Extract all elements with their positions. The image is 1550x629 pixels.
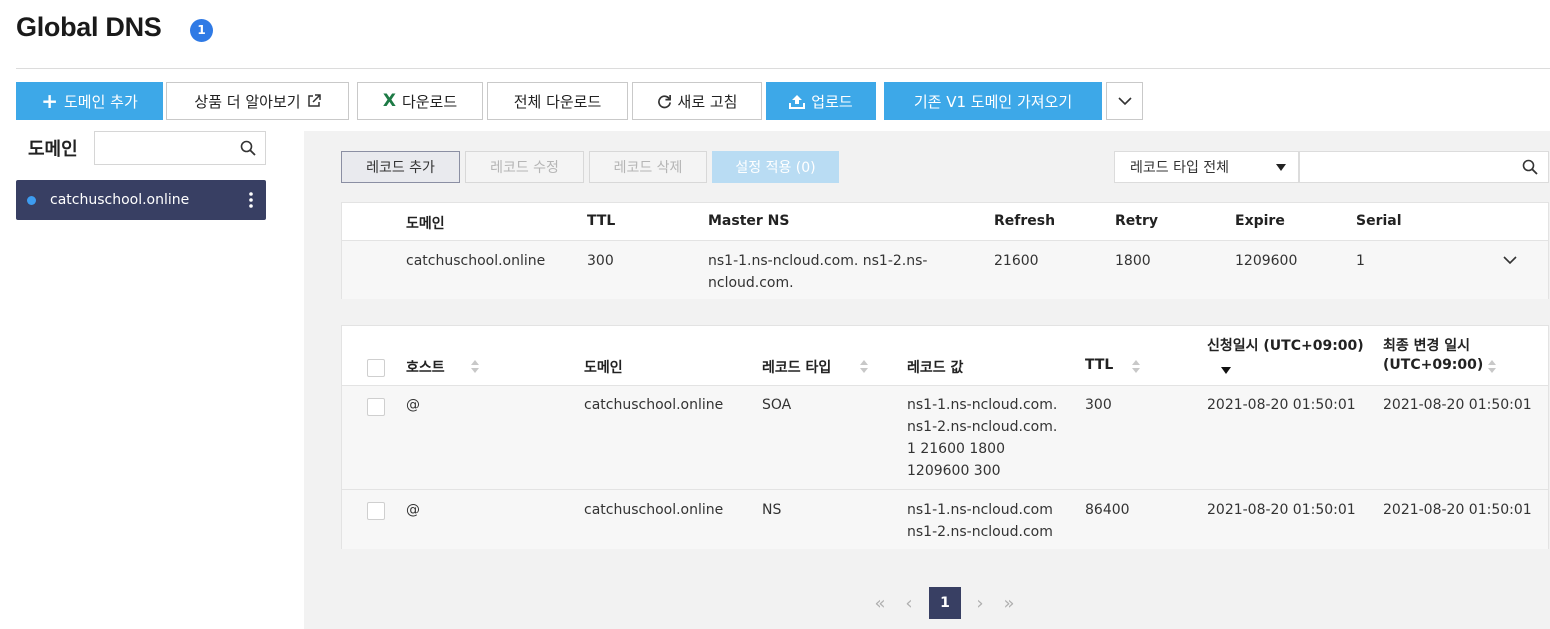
column-header-ttl: TTL bbox=[587, 213, 616, 229]
plus-icon: + bbox=[41, 89, 58, 113]
row-checkbox[interactable] bbox=[367, 502, 385, 520]
page-title: Global DNS bbox=[16, 12, 162, 42]
column-header-ttl[interactable]: TTL bbox=[1085, 357, 1113, 373]
delete-record-button[interactable]: 레코드 삭제 bbox=[589, 151, 707, 183]
page-number-current[interactable]: 1 bbox=[929, 587, 961, 619]
sort-icon[interactable] bbox=[471, 360, 479, 374]
domain-list-label: 도메인 bbox=[28, 139, 78, 160]
column-header-record-value: 레코드 값 bbox=[907, 360, 964, 376]
sidebar-item-domain[interactable]: catchuschool.online bbox=[16, 180, 266, 220]
records-table: 호스트 도메인 레코드 타입 레코드 값 TTL 신청일시 (UTC+09:00… bbox=[341, 325, 1549, 549]
column-header-modified[interactable]: 최종 변경 일시 bbox=[1383, 335, 1470, 355]
add-record-button[interactable]: 레코드 추가 bbox=[341, 151, 460, 183]
search-icon[interactable] bbox=[240, 140, 256, 156]
external-link-icon bbox=[307, 94, 321, 107]
soa-table: 도메인 TTL Master NS Refresh Retry Expire S… bbox=[341, 202, 1549, 299]
row-checkbox[interactable] bbox=[367, 398, 385, 416]
learn-more-button[interactable]: 상품 더 알아보기 bbox=[166, 82, 349, 120]
chevron-down-icon[interactable] bbox=[1503, 256, 1517, 265]
status-dot bbox=[27, 195, 36, 205]
domain-search-input[interactable] bbox=[94, 131, 266, 165]
last-page-icon[interactable]: » bbox=[999, 587, 1019, 619]
header-divider bbox=[16, 68, 1550, 69]
sort-icon[interactable] bbox=[1132, 360, 1140, 374]
column-header-created[interactable]: 신청일시 (UTC+09:00) bbox=[1207, 335, 1364, 355]
column-header-host[interactable]: 호스트 bbox=[406, 357, 445, 377]
edit-record-button[interactable]: 레코드 수정 bbox=[465, 151, 584, 183]
column-header-domain: 도메인 bbox=[584, 360, 623, 376]
next-page-icon[interactable]: › bbox=[970, 587, 990, 619]
column-header-expire: Expire bbox=[1235, 213, 1285, 229]
record-type-select[interactable]: 레코드 타입 전체 bbox=[1114, 151, 1299, 183]
prev-page-icon[interactable]: ‹ bbox=[899, 587, 919, 619]
sort-icon[interactable] bbox=[1488, 360, 1496, 374]
sort-icon[interactable] bbox=[860, 360, 868, 374]
column-header-modified-tz: (UTC+09:00) bbox=[1383, 357, 1484, 373]
record-search-input[interactable] bbox=[1299, 151, 1549, 183]
sort-desc-icon[interactable] bbox=[1221, 367, 1231, 374]
column-header-refresh: Refresh bbox=[994, 213, 1056, 229]
download-button[interactable]: X 다운로드 bbox=[357, 82, 483, 120]
column-header-retry: Retry bbox=[1115, 213, 1158, 229]
column-header-record-type[interactable]: 레코드 타입 bbox=[762, 357, 831, 377]
kebab-menu-icon[interactable] bbox=[249, 192, 253, 208]
upload-icon bbox=[789, 94, 806, 109]
select-all-checkbox[interactable] bbox=[367, 359, 385, 377]
apply-settings-button[interactable]: 설정 적용 (0) bbox=[712, 151, 839, 183]
table-row[interactable]: @ catchuschool.online NS ns1-1.ns-ncloud… bbox=[342, 489, 1548, 549]
caret-down-icon bbox=[1276, 164, 1286, 171]
upload-button[interactable]: 업로드 bbox=[766, 82, 876, 120]
refresh-icon bbox=[657, 94, 671, 108]
excel-icon: X bbox=[382, 91, 396, 111]
count-badge: 1 bbox=[190, 19, 213, 42]
refresh-button[interactable]: 새로 고침 bbox=[632, 82, 762, 120]
add-domain-button[interactable]: + 도메인 추가 bbox=[16, 82, 163, 120]
download-all-button[interactable]: 전체 다운로드 bbox=[487, 82, 628, 120]
table-row[interactable]: catchuschool.online 300 ns1-1.ns-ncloud.… bbox=[342, 240, 1548, 299]
column-header-serial: Serial bbox=[1356, 213, 1402, 229]
more-dropdown-button[interactable] bbox=[1106, 82, 1143, 120]
chevron-down-icon bbox=[1117, 96, 1132, 105]
first-page-icon[interactable]: « bbox=[870, 587, 890, 619]
column-header-domain: 도메인 bbox=[406, 216, 445, 232]
import-v1-button[interactable]: 기존 V1 도메인 가져오기 bbox=[884, 82, 1102, 120]
search-icon[interactable] bbox=[1522, 159, 1538, 175]
table-row[interactable]: @ catchuschool.online SOA ns1-1.ns-nclou… bbox=[342, 385, 1548, 489]
column-header-master-ns: Master NS bbox=[708, 213, 790, 229]
